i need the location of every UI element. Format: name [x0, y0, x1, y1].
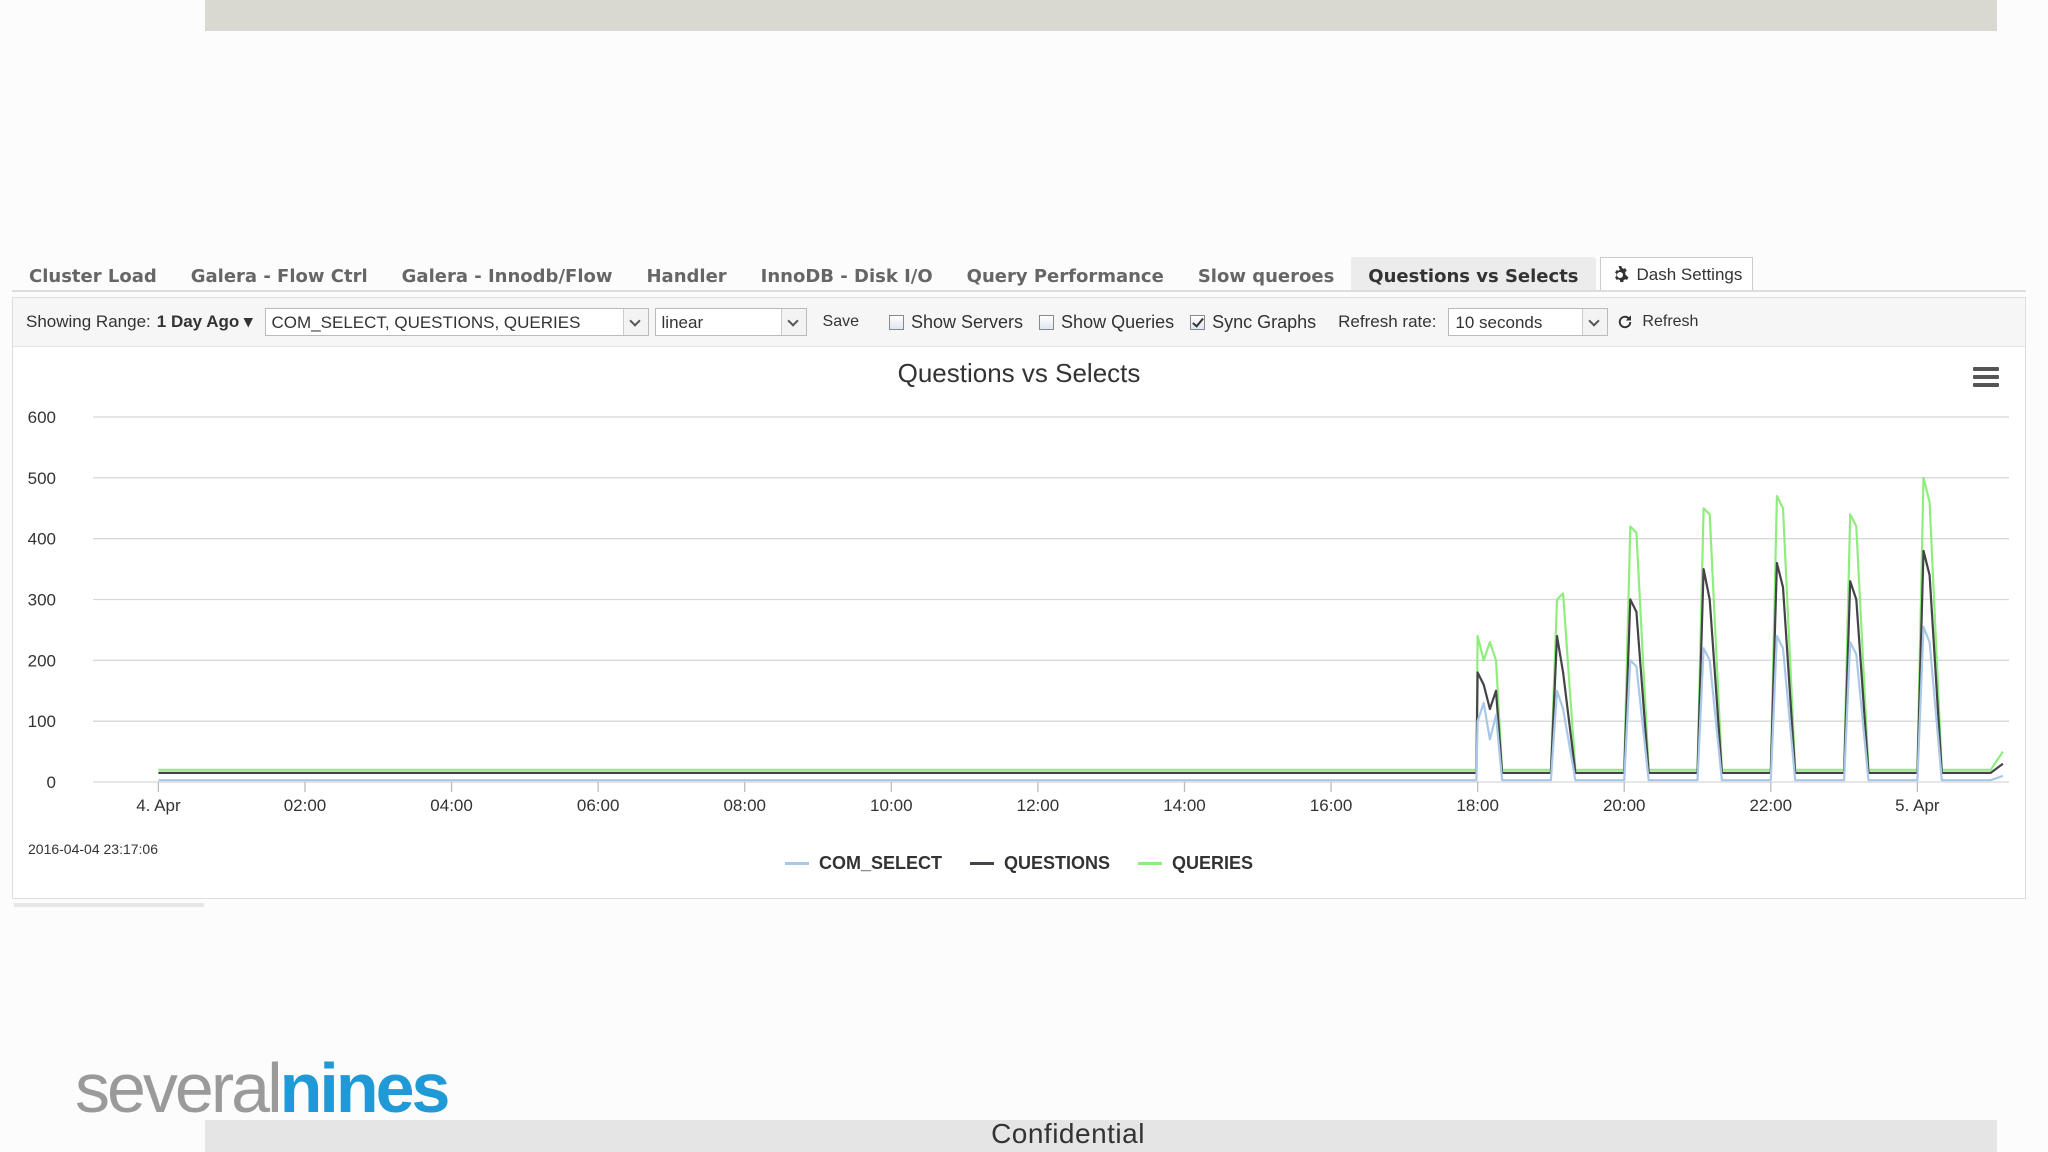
checkbox-checked-icon[interactable]: [1190, 314, 1206, 330]
tab-cluster-load[interactable]: Cluster Load: [12, 257, 174, 291]
dashboard-tabs: Cluster Load Galera - Flow Ctrl Galera -…: [12, 255, 1754, 291]
sync-graphs-label: Sync Graphs: [1212, 311, 1317, 332]
x-tick-label: 16:00: [1310, 796, 1353, 815]
checkbox-icon[interactable]: [1039, 314, 1055, 330]
refresh-rate-select[interactable]: 10 seconds: [1448, 308, 1609, 336]
refresh-rate-value: 10 seconds: [1455, 313, 1543, 332]
legend-item[interactable]: QUERIES: [1138, 853, 1253, 874]
legend-label: COM_SELECT: [818, 853, 942, 873]
checkbox-icon[interactable]: [889, 314, 904, 330]
scrollbar[interactable]: [14, 903, 204, 907]
show-queries-checkbox[interactable]: Show Queries: [1039, 312, 1174, 333]
y-tick-label: 300: [28, 591, 56, 610]
x-tick-label: 14:00: [1163, 796, 1206, 815]
x-tick-label: 20:00: [1603, 796, 1646, 815]
show-servers-label: Show Servers: [911, 311, 1024, 332]
y-tick-label: 500: [28, 469, 56, 488]
save-button[interactable]: Save: [823, 313, 859, 331]
legend-item[interactable]: COM_SELECT: [784, 853, 942, 874]
y-tick-label: 100: [28, 712, 56, 731]
y-tick-label: 600: [28, 408, 56, 427]
x-tick-label: 08:00: [723, 796, 766, 815]
legend-swatch: [1138, 862, 1162, 865]
confidential-label: Confidential: [991, 1118, 1145, 1149]
legend-label: QUESTIONS: [1003, 853, 1110, 873]
legend-swatch: [784, 862, 809, 865]
tab-innodb-disk-io[interactable]: InnoDB - Disk I/O: [744, 257, 950, 291]
metrics-select-value: COM_SELECT, QUESTIONS, QUERIES: [271, 313, 581, 332]
y-tick-label: 0: [47, 773, 56, 792]
dash-settings-label: Dash Settings: [1636, 264, 1743, 284]
chart-legend: COM_SELECT QUESTIONS QUERIES: [13, 853, 2025, 874]
tab-galera-innodb-flow[interactable]: Galera - Innodb/Flow: [385, 257, 630, 291]
range-label: Showing Range:: [26, 312, 151, 331]
x-tick-label: 06:00: [577, 796, 620, 815]
gear-icon: [1614, 265, 1629, 282]
refresh-rate-label: Refresh rate:: [1338, 312, 1437, 331]
x-tick-label: 22:00: [1750, 796, 1793, 815]
logo-text-nines: nines: [279, 1049, 451, 1127]
series-line-com-select: [158, 625, 2004, 782]
legend-swatch: [969, 862, 994, 865]
legend-item[interactable]: QUESTIONS: [969, 853, 1110, 874]
x-tick-label: 10:00: [870, 796, 913, 815]
top-banner: [205, 0, 1997, 31]
x-tick-label: 4. Apr: [136, 796, 181, 815]
metrics-select[interactable]: COM_SELECT, QUESTIONS, QUERIES: [264, 308, 649, 336]
range-dropdown[interactable]: 1 Day Ago ▾: [157, 312, 253, 332]
show-servers-checkbox[interactable]: Show Servers: [889, 312, 1023, 333]
tab-handler[interactable]: Handler: [629, 257, 743, 291]
legend-label: QUERIES: [1172, 853, 1254, 873]
graph-panel: Showing Range: 1 Day Ago ▾ COM_SELECT, Q…: [12, 297, 2026, 899]
refresh-icon: [1619, 315, 1632, 329]
scale-select-value: linear: [661, 313, 704, 332]
y-tick-label: 400: [28, 530, 56, 549]
x-tick-label: 5. Apr: [1895, 796, 1940, 815]
tab-questions-vs-selects[interactable]: Questions vs Selects: [1351, 257, 1596, 291]
x-tick-label: 04:00: [430, 796, 473, 815]
severalnines-logo: severalnines: [75, 1049, 451, 1127]
graph-toolbar: Showing Range: 1 Day Ago ▾ COM_SELECT, Q…: [13, 298, 2025, 347]
series-line-questions: [158, 549, 2004, 774]
sync-graphs-checkbox[interactable]: Sync Graphs: [1190, 312, 1316, 333]
x-tick-label: 12:00: [1017, 796, 1060, 815]
x-tick-label: 02:00: [284, 796, 327, 815]
logo-text-several: several: [75, 1049, 283, 1127]
tab-divider: [12, 290, 2026, 292]
tab-slow-queries[interactable]: Slow queroes: [1181, 257, 1351, 291]
series-line-queries: [158, 476, 2004, 771]
y-tick-label: 200: [28, 651, 56, 670]
show-queries-label: Show Queries: [1061, 311, 1175, 332]
x-tick-label: 18:00: [1456, 796, 1499, 815]
chevron-down-icon[interactable]: [1582, 309, 1608, 335]
line-chart: 0 100 200 300 400 500 600 4. Apr 02:00 04:00 06:00…: [28, 408, 2009, 815]
chart-area: Questions vs Selects 0 100 200 300 400 500 600…: [13, 347, 2025, 897]
scale-select[interactable]: linear: [654, 308, 807, 336]
tab-query-performance[interactable]: Query Performance: [950, 257, 1181, 291]
chevron-down-icon[interactable]: [780, 309, 806, 335]
chevron-down-icon[interactable]: [622, 309, 648, 335]
dash-settings-button[interactable]: Dash Settings: [1599, 257, 1754, 291]
refresh-button[interactable]: Refresh: [1616, 313, 1698, 331]
refresh-label: Refresh: [1642, 313, 1699, 330]
tab-galera-flow-ctrl[interactable]: Galera - Flow Ctrl: [174, 257, 385, 291]
